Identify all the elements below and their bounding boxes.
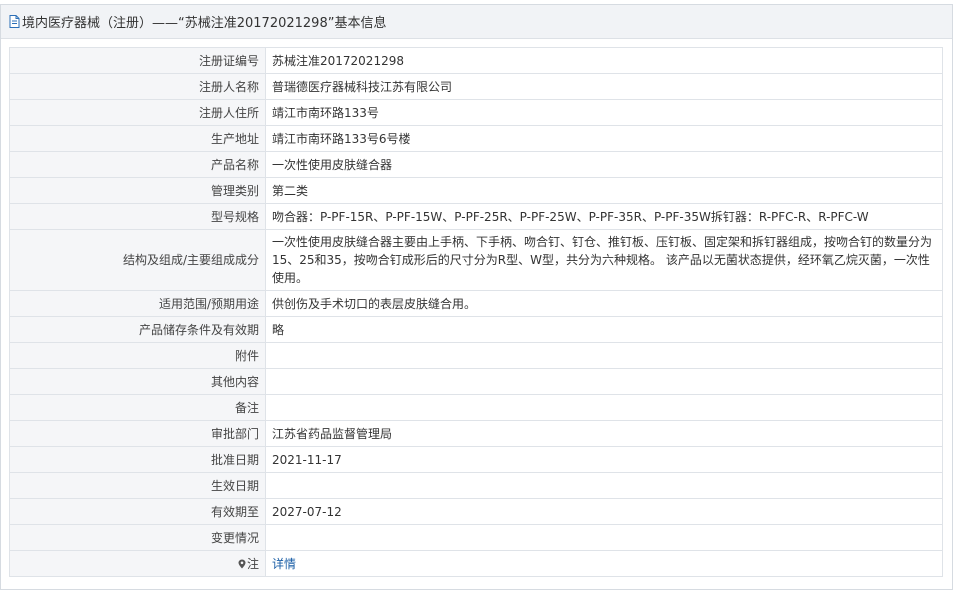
row-value: 一次性使用皮肤缝合器 (265, 151, 943, 178)
table-row: 注册证编号 苏械注准20172021298 (9, 47, 943, 74)
table-row: 注册人名称 普瑞德医疗器械科技江苏有限公司 (9, 73, 943, 100)
row-label: 附件 (9, 342, 266, 369)
row-value (265, 472, 943, 499)
row-value (265, 524, 943, 551)
table-row: 产品名称 一次性使用皮肤缝合器 (9, 151, 943, 178)
table-row: 附件 (9, 342, 943, 369)
row-value: 江苏省药品监督管理局 (265, 420, 943, 447)
table-row: 有效期至 2027-07-12 (9, 498, 943, 525)
row-value: 2027-07-12 (265, 498, 943, 525)
row-label: 有效期至 (9, 498, 266, 525)
table-row: 适用范围/预期用途 供创伤及手术切口的表层皮肤缝合用。 (9, 290, 943, 317)
details-link[interactable]: 详情 (272, 557, 296, 571)
row-label: 备注 (9, 394, 266, 421)
row-label: 生效日期 (9, 472, 266, 499)
table-row: 结构及组成/主要组成成分 一次性使用皮肤缝合器主要由上手柄、下手柄、吻合钉、钉仓… (9, 229, 943, 291)
row-value: 靖江市南环路133号6号楼 (265, 125, 943, 152)
row-value: 一次性使用皮肤缝合器主要由上手柄、下手柄、吻合钉、钉仓、推钉板、压钉板、固定架和… (265, 229, 943, 291)
row-label: 注册证编号 (9, 47, 266, 74)
table-row: 管理类别 第二类 (9, 177, 943, 204)
pin-icon (238, 556, 246, 568)
row-label: 审批部门 (9, 420, 266, 447)
row-value: 靖江市南环路133号 (265, 99, 943, 126)
row-label: 管理类别 (9, 177, 266, 204)
row-label: 批准日期 (9, 446, 266, 473)
row-value: 略 (265, 316, 943, 343)
row-label: 注册人住所 (9, 99, 266, 126)
row-value (265, 368, 943, 395)
table-row: 产品储存条件及有效期 略 (9, 316, 943, 343)
table-row: 批准日期 2021-11-17 (9, 446, 943, 473)
table-row: 审批部门 江苏省药品监督管理局 (9, 420, 943, 447)
row-label: 适用范围/预期用途 (9, 290, 266, 317)
note-row: 注 详情 (9, 550, 943, 577)
row-value: 第二类 (265, 177, 943, 204)
row-value: 苏械注准20172021298 (265, 47, 943, 74)
row-label: 结构及组成/主要组成成分 (9, 229, 266, 291)
table-row: 其他内容 (9, 368, 943, 395)
table-row: 备注 (9, 394, 943, 421)
panel-header: 境内医疗器械（注册）——“苏械注准20172021298”基本信息 (1, 5, 952, 39)
info-panel: 境内医疗器械（注册）——“苏械注准20172021298”基本信息 注册证编号 … (0, 4, 953, 590)
row-label: 产品储存条件及有效期 (9, 316, 266, 343)
table-row: 注册人住所 靖江市南环路133号 (9, 99, 943, 126)
row-value: 普瑞德医疗器械科技江苏有限公司 (265, 73, 943, 100)
table-row: 生效日期 (9, 472, 943, 499)
row-value: 2021-11-17 (265, 446, 943, 473)
note-value: 详情 (265, 550, 943, 577)
row-label: 其他内容 (9, 368, 266, 395)
note-label: 注 (246, 556, 259, 571)
info-table: 注册证编号 苏械注准20172021298 注册人名称 普瑞德医疗器械科技江苏有… (9, 47, 943, 577)
note-label-cell: 注 (9, 550, 266, 577)
document-icon (9, 15, 20, 28)
row-label: 型号规格 (9, 203, 266, 230)
table-row: 型号规格 吻合器：P-PF-15R、P-PF-15W、P-PF-25R、P-PF… (9, 203, 943, 230)
row-label: 变更情况 (9, 524, 266, 551)
table-row: 变更情况 (9, 524, 943, 551)
page-title: 境内医疗器械（注册）——“苏械注准20172021298”基本信息 (22, 16, 387, 31)
row-value (265, 394, 943, 421)
row-value: 吻合器：P-PF-15R、P-PF-15W、P-PF-25R、P-PF-25W、… (265, 203, 943, 230)
row-label: 生产地址 (9, 125, 266, 152)
row-label: 产品名称 (9, 151, 266, 178)
row-value (265, 342, 943, 369)
row-value: 供创伤及手术切口的表层皮肤缝合用。 (265, 290, 943, 317)
row-label: 注册人名称 (9, 73, 266, 100)
table-row: 生产地址 靖江市南环路133号6号楼 (9, 125, 943, 152)
